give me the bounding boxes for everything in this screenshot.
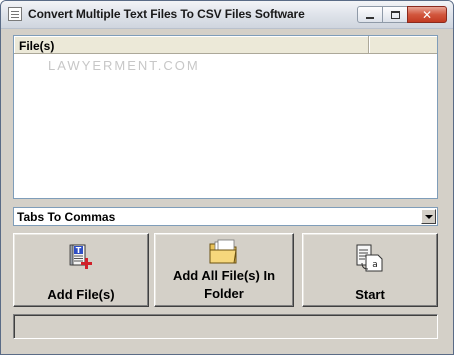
close-button[interactable]: ✕ [407,6,447,23]
maximize-icon [390,10,400,19]
add-files-label: Add File(s) [47,287,115,302]
conversion-mode-select[interactable]: Tabs To Commas [13,207,438,226]
file-list[interactable]: File(s) LAWYERMENT.COM [13,35,438,199]
add-files-button[interactable]: T Add File(s) [13,233,149,307]
document-icon [8,7,22,21]
document-convert-icon: a [356,244,383,272]
conversion-mode-value: Tabs To Commas [17,210,116,224]
window-controls: ✕ [357,6,447,23]
add-folder-label-line-1: Add All File(s) In [172,268,276,283]
app-window: Convert Multiple Text Files To CSV Files… [0,0,454,355]
file-list-header: File(s) [14,36,437,54]
text-file-add-icon: T [69,244,92,269]
title-bar[interactable]: Convert Multiple Text Files To CSV Files… [1,1,453,29]
add-folder-button[interactable]: Add All File(s) In Folder [154,233,294,307]
start-button[interactable]: a Start [302,233,438,307]
svg-text:T: T [76,246,82,255]
add-folder-label-line-2: Folder [204,286,244,301]
close-icon: ✕ [421,7,433,22]
minimize-icon [366,16,374,19]
minimize-button[interactable] [357,6,383,23]
maximize-button[interactable] [382,6,408,23]
svg-text:a: a [372,260,378,270]
status-bar [13,314,438,339]
dropdown-arrow-icon[interactable] [421,209,436,224]
column-header-blank[interactable] [369,36,437,54]
window-title: Convert Multiple Text Files To CSV Files… [28,7,305,21]
column-header-files[interactable]: File(s) [14,36,369,54]
watermark-text: LAWYERMENT.COM [48,58,200,73]
start-label: Start [355,287,385,302]
folder-icon [209,239,237,264]
